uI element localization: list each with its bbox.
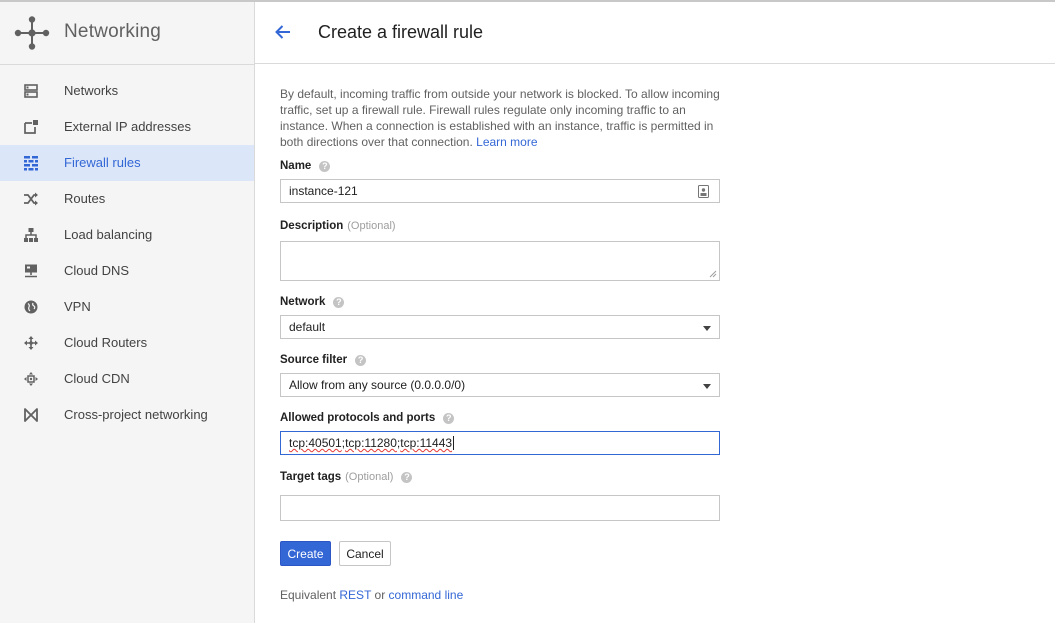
sidebar-item-label: Cloud DNS xyxy=(64,263,130,278)
sidebar-item-cloud-dns[interactable]: Cloud DNS xyxy=(0,253,254,289)
source-filter-label-row: Source filter ? xyxy=(280,354,367,366)
rest-link[interactable]: REST xyxy=(339,588,371,602)
cross-project-icon xyxy=(24,408,38,422)
help-icon[interactable]: ? xyxy=(443,412,455,424)
external-ip-icon xyxy=(24,120,38,134)
command-line-link[interactable]: command line xyxy=(389,588,464,602)
protocol-entry: tcp:11280 xyxy=(345,436,397,450)
help-icon[interactable]: ? xyxy=(355,354,367,366)
optional-label: (Optional) xyxy=(347,220,396,232)
sidebar-item-networks[interactable]: Networks xyxy=(0,73,254,109)
sidebar-item-vpn[interactable]: VPN xyxy=(0,289,254,325)
help-icon[interactable]: ? xyxy=(319,160,331,172)
help-icon[interactable]: ? xyxy=(401,471,413,483)
page-title: Create a firewall rule xyxy=(318,22,484,42)
sidebar-item-label: Routes xyxy=(64,191,106,206)
dropdown-arrow-icon xyxy=(703,384,711,389)
resize-handle-icon[interactable] xyxy=(709,270,717,278)
sidebar-item-label: Networks xyxy=(64,83,119,98)
sidebar-header: Networking xyxy=(0,2,254,65)
firewall-icon xyxy=(24,156,38,171)
vpn-icon xyxy=(24,300,38,314)
source-filter-label: Source filter xyxy=(280,354,348,366)
network-select[interactable]: default xyxy=(280,315,720,339)
networks-icon xyxy=(24,84,38,98)
back-arrow-icon[interactable] xyxy=(274,23,292,41)
learn-more-link[interactable]: Learn more xyxy=(476,135,537,149)
help-icon[interactable]: ? xyxy=(333,296,345,308)
sidebar-item-label: Cross-project networking xyxy=(64,407,208,422)
sidebar-item-label: Cloud CDN xyxy=(64,371,130,386)
protocol-entry: tcp:40501 xyxy=(289,436,342,450)
contact-card-icon[interactable] xyxy=(698,185,709,198)
cancel-button[interactable]: Cancel xyxy=(339,541,391,566)
sidebar-item-cloud-cdn[interactable]: Cloud CDN xyxy=(0,361,254,397)
cloud-routers-icon xyxy=(24,336,38,350)
equivalent-or: or xyxy=(374,588,386,602)
target-tags-label: Target tags xyxy=(280,471,342,483)
firewall-rule-form: By default, incoming traffic from outsid… xyxy=(280,86,720,602)
description-field[interactable] xyxy=(280,241,720,281)
sidebar-nav: Networks External IP addresses Firewall … xyxy=(0,73,254,433)
network-label: Network xyxy=(280,296,326,308)
protocol-entry: tcp:11443 xyxy=(400,436,453,450)
target-tags-label-row: Target tags (Optional) ? xyxy=(280,471,413,483)
source-filter-value: Allow from any source (0.0.0.0/0) xyxy=(289,378,466,392)
source-filter-select[interactable]: Allow from any source (0.0.0.0/0) xyxy=(280,373,720,397)
load-balancing-icon xyxy=(24,228,38,242)
name-label: Name xyxy=(280,160,312,172)
network-value: default xyxy=(289,320,326,334)
sidebar-item-cloud-routers[interactable]: Cloud Routers xyxy=(0,325,254,361)
app-title: Networking xyxy=(64,21,162,42)
equivalent-prefix: Equivalent xyxy=(280,588,337,602)
target-tags-input[interactable] xyxy=(280,495,720,521)
sidebar-item-label: Load balancing xyxy=(64,227,153,242)
networking-logo-icon xyxy=(14,16,50,50)
protocols-label: Allowed protocols and ports xyxy=(280,412,436,424)
network-label-row: Network ? xyxy=(280,296,345,308)
name-field[interactable]: instance-121 xyxy=(280,179,720,203)
sidebar-item-firewall-rules[interactable]: Firewall rules xyxy=(0,145,254,181)
sidebar-item-external-ip-addresses[interactable]: External IP addresses xyxy=(0,109,254,145)
create-button[interactable]: Create xyxy=(280,541,331,566)
optional-label: (Optional) xyxy=(345,471,394,483)
sidebar-item-label: Cloud Routers xyxy=(64,335,148,350)
protocols-input[interactable]: tcp:40501; tcp:11280; tcp:11443 xyxy=(280,431,720,455)
name-value: instance-121 xyxy=(289,184,358,198)
sidebar-item-load-balancing[interactable]: Load balancing xyxy=(0,217,254,253)
routes-icon xyxy=(24,192,38,206)
text-caret xyxy=(453,436,455,450)
equivalent-links: Equivalent REST or command line xyxy=(280,588,463,602)
protocols-label-row: Allowed protocols and ports ? xyxy=(280,412,455,424)
description-label-row: Description (Optional) xyxy=(280,220,396,232)
sidebar-item-label: External IP addresses xyxy=(64,119,191,134)
page-header: Create a firewall rule xyxy=(255,2,1055,64)
sidebar: Networking Networks External IP addresse… xyxy=(0,2,255,623)
cloud-dns-icon xyxy=(25,264,37,278)
sidebar-item-label: Firewall rules xyxy=(64,155,141,170)
sidebar-item-cross-project-networking[interactable]: Cross-project networking xyxy=(0,397,254,433)
description-label: Description xyxy=(280,220,344,232)
name-label-row: Name ? xyxy=(280,160,331,172)
sidebar-item-label: VPN xyxy=(64,299,91,314)
sidebar-item-routes[interactable]: Routes xyxy=(0,181,254,217)
intro-text: By default, incoming traffic from outsid… xyxy=(280,86,720,150)
dropdown-arrow-icon xyxy=(703,326,711,331)
cloud-cdn-icon xyxy=(24,372,38,386)
